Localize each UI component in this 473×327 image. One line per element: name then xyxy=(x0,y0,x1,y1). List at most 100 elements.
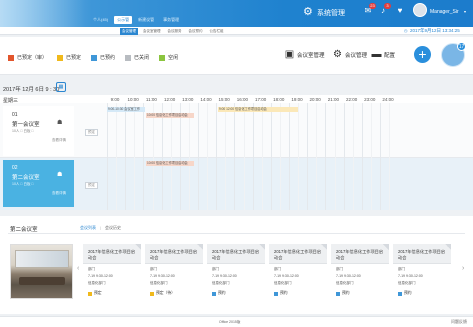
logo-band xyxy=(0,0,92,27)
room-photo[interactable] xyxy=(10,244,73,299)
nav-tab[interactable]: 事务管理 xyxy=(160,16,182,24)
clock-icon: ◷ xyxy=(404,28,408,33)
config-button[interactable]: ▬ 配置 xyxy=(371,49,396,60)
half-hour-gridline xyxy=(370,103,372,210)
legend-label: 已关闭 xyxy=(134,55,150,61)
legend-item[interactable]: 已预约 xyxy=(91,54,115,61)
meeting-room-mgmt-label: 会议室管理 xyxy=(297,52,325,59)
hour-gridline xyxy=(161,103,163,210)
date-time: 2017年9月12日 13:34:25 xyxy=(410,28,460,33)
event-block[interactable]: 9:00 12:00 信息化工作项目启动会 xyxy=(218,107,298,112)
room-name: 第一会议室 xyxy=(12,122,40,128)
hour-label: 9:00 xyxy=(110,97,120,102)
meeting-status: 预约 xyxy=(336,291,350,296)
room-number: 01 xyxy=(12,112,18,118)
half-hour-gridline xyxy=(261,103,263,210)
meeting-dept: 部门 xyxy=(88,267,95,271)
hour-label: 16:00 xyxy=(236,97,249,102)
status-dot xyxy=(88,291,92,296)
status-dot xyxy=(274,291,278,296)
meeting-mgmt-button[interactable]: ⚙ 会议管理 xyxy=(332,49,367,60)
hour-gridline xyxy=(252,103,254,210)
mail-badge: 23 xyxy=(369,3,376,9)
status-label: 预约 xyxy=(404,291,412,295)
user-name[interactable]: Manager_Sir xyxy=(430,9,459,15)
feedback-link[interactable]: 问题反馈 xyxy=(451,319,467,325)
event-block[interactable]: 10:00 信息化工作项目启动会 xyxy=(146,113,194,118)
half-hour-gridline xyxy=(225,103,227,210)
avatar[interactable] xyxy=(413,3,427,17)
event-block[interactable]: 9:00-10:30 会议室工作 xyxy=(107,107,145,112)
hour-gridline xyxy=(198,103,199,210)
half-hour-gridline xyxy=(152,103,154,210)
meeting-title: 2017年信息化工作项目启动会 xyxy=(150,249,198,260)
legend: 已预定（审） 已预定 已预约 已关闭 空闲 xyxy=(8,54,178,61)
divider xyxy=(8,233,465,234)
status-label: 预定（待） xyxy=(156,291,175,295)
meeting-time: 7-19 9:30-12:00 xyxy=(398,274,423,278)
room-mgmt-icon: ▣ xyxy=(284,49,295,60)
sub-tab[interactable]: 会议管理 xyxy=(120,28,138,35)
tab-meeting-list[interactable]: 会议列表 xyxy=(80,225,96,231)
meeting-card[interactable]: 2017年信息化工作项目启动会 部门 7-19 9:30-12:00 信息化部门 预约 xyxy=(269,244,327,301)
meeting-card[interactable]: 2017年信息化工作项目启动会 部门 7-19 9:30-12:00 信息化部门 预约 xyxy=(331,244,389,301)
lock-icon: ☗ xyxy=(57,120,63,126)
meeting-card[interactable]: 2017年信息化工作项目启动会 部门 7-19 9:30-12:00 信息化部门 预定 xyxy=(83,244,141,301)
hour-label: 12:00 xyxy=(163,97,176,102)
hour-label: 19:00 xyxy=(291,97,303,102)
room-detail-link[interactable]: 查看详情 xyxy=(52,191,66,196)
sub-bar xyxy=(0,27,473,35)
legend-item[interactable]: 已预定 xyxy=(57,54,81,61)
hour-gridline xyxy=(234,103,236,210)
meeting-card[interactable]: 2017年信息化工作项目启动会 部门 7-19 9:30-12:00 信息化部门 预约 xyxy=(207,244,265,301)
room-number: 02 xyxy=(12,165,18,171)
add-button[interactable]: + xyxy=(414,46,431,63)
detail-tabs: 会议列表 | 会议历史 xyxy=(80,225,121,231)
legend-item[interactable]: 已预定（审） xyxy=(8,54,47,61)
meeting-organizer: 信息化部门 xyxy=(274,281,292,285)
tab-meeting-history[interactable]: 会议历史 xyxy=(105,225,121,231)
sub-tab[interactable]: 会议服务 xyxy=(166,28,184,35)
hour-gridline xyxy=(107,103,108,210)
legend-item[interactable]: 已关闭 xyxy=(125,54,149,61)
chevron-down-icon[interactable]: ▾ xyxy=(464,9,466,14)
footer-version: Office 2015版 xyxy=(219,320,241,324)
nav-tab[interactable]: 公示管 xyxy=(114,16,133,24)
shirt-icon[interactable]: ♥ xyxy=(395,6,405,16)
room-detail-link[interactable]: 查看详情 xyxy=(52,138,66,143)
bell-badge: 3 xyxy=(384,3,391,9)
meeting-room-mgmt-button[interactable]: ▣ 会议室管理 xyxy=(284,49,325,60)
meeting-mgmt-label: 会议管理 xyxy=(345,52,368,59)
meeting-card[interactable]: 2017年信息化工作项目启动会 部门 7-19 9:30-12:00 信息化部门 预约 xyxy=(393,244,451,301)
meeting-status: 预定（待） xyxy=(150,291,175,296)
event-block[interactable]: 10:00 信息化工作项目启动会 xyxy=(146,161,194,166)
hour-gridline xyxy=(325,103,327,210)
status-label: 预约 xyxy=(218,291,226,295)
sub-tab[interactable]: 会议室管理 xyxy=(141,28,163,35)
reserve-tag[interactable]: 预定 xyxy=(85,129,98,136)
calendar-icon[interactable]: ▦ xyxy=(56,82,66,92)
arrow-right-icon[interactable]: › xyxy=(462,265,464,272)
sub-tab[interactable]: 会议预约 xyxy=(187,28,205,35)
hour-label: 21:00 xyxy=(327,97,340,102)
hour-label: 15:00 xyxy=(218,97,230,102)
legend-swatch xyxy=(8,54,14,61)
sub-tab[interactable]: 公告栏组 xyxy=(208,28,226,35)
status-dot xyxy=(398,291,402,296)
reserve-tag[interactable]: 预定 xyxy=(85,182,98,189)
system-title[interactable]: 系统管理 xyxy=(317,8,345,18)
tab-divider: | xyxy=(100,225,102,230)
nav-tab[interactable]: 个人(45) xyxy=(90,16,111,24)
date-picker[interactable]: 2017年 12月 6日 9 : 30 xyxy=(3,85,59,93)
nav-tab[interactable]: 新建议管 xyxy=(135,16,157,24)
gear-icon[interactable]: ⚙ xyxy=(303,6,315,18)
hour-label: 24:00 xyxy=(382,97,394,102)
half-hour-gridline xyxy=(170,103,172,210)
status-dot xyxy=(336,291,340,296)
meeting-card[interactable]: 2017年信息化工作项目启动会 部门 7-19 9:30-12:00 信息化部门 预定（… xyxy=(145,244,203,301)
arrow-left-icon[interactable]: ‹ xyxy=(77,265,79,272)
config-label: 配置 xyxy=(384,52,396,59)
half-hour-gridline xyxy=(316,103,318,210)
legend-item[interactable]: 空闲 xyxy=(159,54,178,61)
meeting-status: 预约 xyxy=(274,291,288,296)
